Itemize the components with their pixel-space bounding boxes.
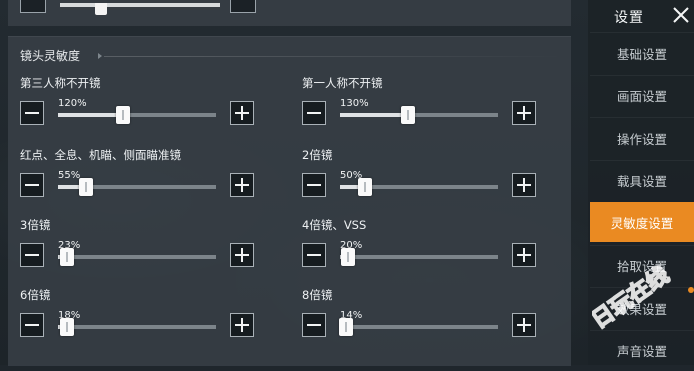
plus-icon (241, 248, 243, 262)
close-icon (673, 7, 689, 23)
slider-track[interactable] (58, 178, 216, 196)
plus-icon (523, 248, 525, 262)
minus-icon (307, 324, 321, 326)
minus-icon (307, 254, 321, 256)
plus-icon (241, 178, 243, 192)
minus-icon (25, 254, 39, 256)
minus-icon (25, 324, 39, 326)
sidebar-item[interactable]: 画面设置 (590, 74, 694, 116)
slider-track[interactable] (58, 106, 216, 124)
previous-slider-track[interactable] (60, 3, 220, 15)
sidebar-item[interactable]: 效果设置 (590, 287, 694, 328)
sensitivity-panel: 镜头灵敏度 第三人称不开镜 120% 第一人称不开镜 130% 红点、全息、机瞄、侧面瞄… (8, 36, 571, 366)
slider-fill (58, 113, 123, 117)
sidebar-item[interactable]: 灵敏度设置 (590, 202, 694, 242)
slider-track[interactable] (340, 106, 498, 124)
section-divider (104, 56, 564, 57)
slider-value: 55% (58, 170, 81, 181)
increase-button[interactable] (230, 313, 254, 337)
plus-icon (523, 178, 525, 192)
slider-label: 第三人称不开镜 (20, 76, 101, 90)
plus-icon (523, 318, 525, 332)
sidebar-item[interactable]: 载具设置 (590, 159, 694, 201)
minus-icon (25, 112, 39, 114)
slider-thumb[interactable] (400, 106, 415, 124)
slider-item: 8倍镜 14% (302, 287, 572, 347)
slider-track[interactable] (58, 318, 216, 336)
slider-thumb[interactable] (79, 178, 94, 196)
plus-icon (241, 106, 243, 120)
slider-item: 6倍镜 18% (20, 287, 290, 347)
previous-slider-row (8, 0, 571, 26)
slider-track[interactable] (339, 318, 498, 336)
slider-item: 第三人称不开镜 120% (20, 75, 290, 135)
slider-label: 8倍镜 (302, 288, 333, 302)
increase-button[interactable] (512, 101, 536, 125)
decrease-button[interactable] (20, 313, 44, 337)
increase-button[interactable] (512, 243, 536, 267)
slider-label: 2倍镜 (302, 148, 333, 162)
decrease-button[interactable] (20, 101, 44, 125)
close-button[interactable] (668, 2, 694, 28)
previous-minus-button[interactable] (20, 0, 46, 13)
slider-fill (340, 113, 408, 117)
increase-button[interactable] (512, 173, 536, 197)
minus-icon (307, 112, 321, 114)
slider-track[interactable] (58, 248, 216, 266)
settings-content: 镜头灵敏度 第三人称不开镜 120% 第一人称不开镜 130% 红点、全息、机瞄、侧面瞄… (8, 0, 576, 366)
slider-item: 3倍镜 23% (20, 217, 290, 277)
slider-value: 120% (58, 98, 87, 109)
decrease-button[interactable] (20, 243, 44, 267)
minus-icon (307, 184, 321, 186)
slider-thumb[interactable] (115, 106, 130, 124)
sidebar-item[interactable]: 操作设置 (590, 117, 694, 158)
previous-plus-button[interactable] (230, 0, 256, 13)
plus-icon (241, 318, 243, 332)
sidebar-title: 设置 (614, 10, 644, 26)
slider-label: 6倍镜 (20, 288, 51, 302)
section-caret-icon (98, 53, 102, 59)
slider-thumb[interactable] (358, 178, 373, 196)
slider-value: 130% (340, 98, 369, 109)
slider-item: 4倍镜、VSS 20% (302, 217, 572, 277)
slider-item: 红点、全息、机瞄、侧面瞄准镜 55% (20, 147, 290, 207)
increase-button[interactable] (230, 243, 254, 267)
plus-icon (523, 106, 525, 120)
sidebar-header: 设置 (588, 0, 694, 32)
slider-track[interactable] (340, 178, 498, 196)
sidebar-item[interactable]: 基础设置 (590, 32, 694, 73)
slider-label: 3倍镜 (20, 218, 51, 232)
notification-dot (688, 287, 694, 293)
slider-label: 第一人称不开镜 (302, 76, 383, 90)
slider-item: 第一人称不开镜 130% (302, 75, 572, 135)
decrease-button[interactable] (302, 243, 326, 267)
slider-thumb[interactable] (340, 248, 355, 266)
decrease-button[interactable] (302, 313, 326, 337)
previous-slider-thumb[interactable] (95, 3, 108, 15)
minus-icon (25, 184, 39, 186)
slider-thumb[interactable] (60, 318, 75, 336)
increase-button[interactable] (230, 101, 254, 125)
slider-track[interactable] (340, 248, 498, 266)
increase-button[interactable] (230, 173, 254, 197)
slider-thumb[interactable] (339, 318, 354, 336)
decrease-button[interactable] (302, 101, 326, 125)
section-title: 镜头灵敏度 (20, 49, 81, 63)
decrease-button[interactable] (302, 173, 326, 197)
increase-button[interactable] (512, 313, 536, 337)
slider-label: 红点、全息、机瞄、侧面瞄准镜 (20, 148, 181, 162)
slider-thumb[interactable] (60, 248, 75, 266)
slider-item: 2倍镜 50% (302, 147, 572, 207)
slider-label: 4倍镜、VSS (302, 218, 367, 232)
sidebar-item[interactable]: 拾取设置 (590, 244, 694, 286)
sidebar-item[interactable]: 声音设置 (590, 329, 694, 371)
decrease-button[interactable] (20, 173, 44, 197)
